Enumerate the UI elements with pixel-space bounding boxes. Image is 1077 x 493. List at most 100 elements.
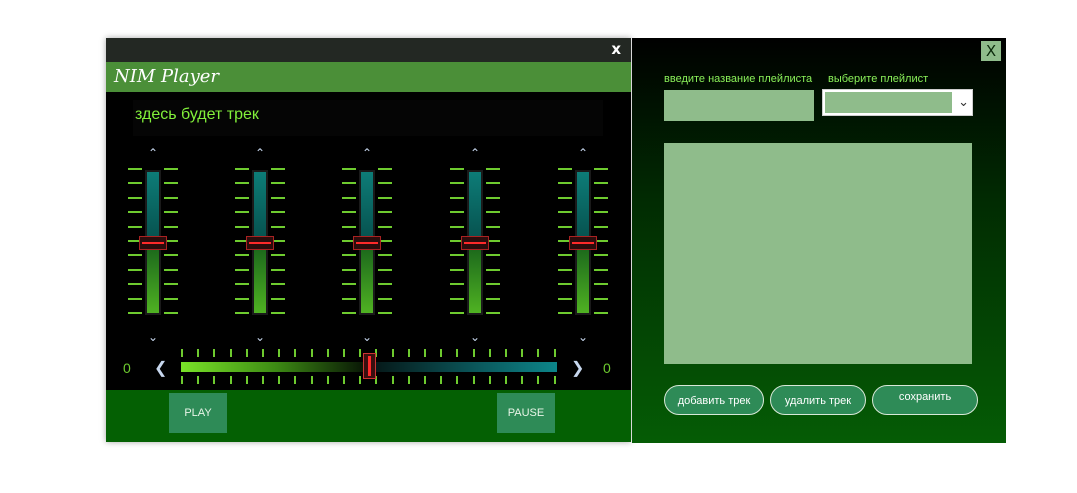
close-icon[interactable]: x [611, 40, 621, 58]
eq-tick [594, 211, 608, 214]
seek-back-icon[interactable]: ❮ [154, 358, 167, 378]
eq-tick [378, 254, 392, 257]
eq-tick [450, 254, 464, 257]
chevron-up-icon[interactable]: ⌃ [576, 146, 590, 160]
eq-tick [378, 312, 392, 314]
track-list[interactable] [664, 143, 972, 364]
eq-tick [271, 182, 285, 185]
seek-tick [456, 376, 459, 384]
seek-tick [213, 376, 216, 384]
playlist-name-input[interactable] [664, 90, 814, 121]
eq-tick [450, 225, 464, 228]
eq-tick [450, 211, 464, 214]
eq-tick [164, 168, 178, 170]
playlist-name-label: введите название плейлиста [664, 73, 813, 85]
eq-tick [486, 182, 500, 185]
eq-tick [342, 283, 356, 286]
eq-tick [235, 312, 249, 314]
eq-tick [342, 168, 356, 170]
eq-tick [486, 254, 500, 257]
eq-tick [235, 225, 249, 228]
eq-tick [342, 254, 356, 257]
pause-button[interactable]: PAUSE [497, 393, 555, 433]
chevron-down-icon[interactable]: ⌄ [576, 330, 590, 344]
eq-tick [342, 312, 356, 314]
eq-tick [128, 283, 142, 286]
eq-tick [378, 297, 392, 300]
seek-handle[interactable] [363, 353, 376, 379]
app-header: NIM Player [106, 62, 631, 92]
eq-tick [128, 211, 142, 214]
seek-tick [245, 376, 248, 384]
eq-tick [235, 268, 249, 271]
eq-tick [271, 268, 285, 271]
chevron-down-icon[interactable]: ⌄ [360, 330, 374, 344]
chevron-down-icon[interactable]: ⌄ [253, 330, 267, 344]
eq-tick [235, 196, 249, 199]
playlist-select-value [825, 92, 952, 113]
chevron-down-icon[interactable]: ⌄ [146, 330, 160, 344]
eq-tick [235, 211, 249, 214]
eq-tick [271, 297, 285, 300]
eq-band-2: ⌃ ⌄ [225, 142, 295, 344]
eq-band-5: ⌃ ⌄ [548, 142, 618, 344]
eq-band-1: ⌃ ⌄ [118, 142, 188, 344]
eq-tick [558, 211, 572, 214]
close-button[interactable]: X [981, 41, 1001, 61]
seek-tick [488, 376, 491, 384]
eq-slider-handle[interactable] [139, 235, 167, 250]
eq-slider-handle[interactable] [353, 235, 381, 250]
eq-tick [235, 254, 249, 257]
seek-tick [229, 376, 232, 384]
eq-tick [594, 297, 608, 300]
eq-tick [164, 254, 178, 257]
eq-slider-handle[interactable] [461, 235, 489, 250]
app-title: NIM Player [114, 66, 220, 87]
eq-tick [128, 268, 142, 271]
save-button[interactable]: сохранить [872, 385, 978, 415]
eq-tick [271, 254, 285, 257]
eq-tick [450, 182, 464, 185]
seek-tick [505, 376, 507, 384]
add-track-button[interactable]: добавить трек [664, 385, 764, 415]
seek-forward-icon[interactable]: ❯ [571, 358, 584, 378]
eq-tick [271, 168, 285, 170]
eq-tick [128, 297, 142, 300]
eq-tick [558, 196, 572, 199]
seek-tick [245, 349, 248, 357]
seek-tick [407, 376, 410, 384]
eq-tick [128, 225, 142, 228]
player-window: x NIM Player здесь будет трек ⌃ ⌄ ⌃ ⌄ ⌃ ⌄ ⌃ ⌄ ⌃ ⌄… [106, 38, 631, 442]
chevron-up-icon[interactable]: ⌃ [468, 146, 482, 160]
chevron-up-icon[interactable]: ⌃ [253, 146, 267, 160]
eq-tick [235, 297, 249, 300]
chevron-down-icon[interactable]: ⌄ [468, 330, 482, 344]
chevron-up-icon[interactable]: ⌃ [146, 146, 160, 160]
seek-tick [407, 349, 410, 357]
chevron-up-icon[interactable]: ⌃ [360, 146, 374, 160]
playlist-select[interactable]: ⌄ [822, 89, 973, 116]
eq-tick [378, 225, 392, 228]
delete-track-button[interactable]: удалить трек [770, 385, 866, 415]
eq-tick [450, 168, 464, 170]
eq-tick [342, 211, 356, 214]
seek-end-label: 0 [603, 360, 611, 376]
eq-tick [558, 283, 572, 286]
eq-slider-handle[interactable] [569, 235, 597, 250]
eq-tick [128, 312, 142, 314]
chevron-down-icon: ⌄ [958, 94, 969, 109]
eq-slider-handle[interactable] [246, 235, 274, 250]
track-display: здесь будет трек [133, 100, 603, 136]
seek-tick [440, 376, 443, 384]
eq-tick [128, 254, 142, 257]
play-button[interactable]: PLAY [169, 393, 227, 433]
seek-tick [197, 349, 200, 357]
eq-tick [450, 196, 464, 199]
eq-tick [128, 168, 142, 170]
eq-tick [164, 225, 178, 228]
eq-tick [378, 283, 392, 286]
seek-tick [521, 349, 524, 357]
eq-tick [235, 283, 249, 286]
eq-tick [450, 268, 464, 271]
eq-tick [378, 182, 392, 185]
